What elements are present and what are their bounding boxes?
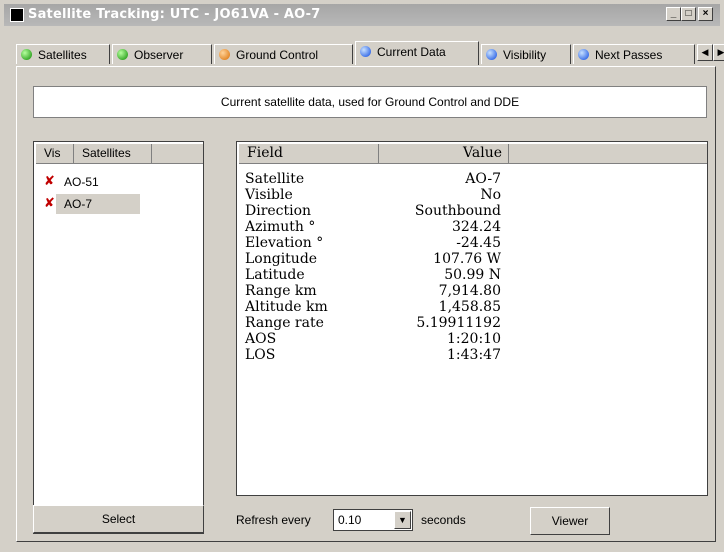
tab-observer[interactable]: Observer (112, 44, 212, 64)
list-item[interactable]: ✘ AO-7 (34, 194, 204, 214)
orange-dot-icon (219, 49, 230, 60)
tab-next-passes[interactable]: Next Passes (573, 44, 695, 64)
tab-scroll-left-icon[interactable]: ◀ (697, 44, 713, 61)
tab-satellites[interactable]: Satellites (16, 44, 110, 64)
tab-label: Satellites (38, 48, 87, 62)
app-window: Satellite Tracking: UTC - JO61VA - AO-7 … (0, 0, 724, 552)
field-label: LOS (245, 347, 276, 363)
field-label: Altitude km (245, 299, 328, 315)
blue-dot-icon (360, 46, 371, 57)
column-header-filler (509, 144, 707, 164)
blue-dot-icon (578, 49, 589, 60)
title-bar[interactable]: Satellite Tracking: UTC - JO61VA - AO-7 … (4, 4, 720, 26)
refresh-interval-value: 0.10 (338, 513, 362, 527)
field-label: Azimuth ° (245, 219, 316, 235)
satellite-name: AO-51 (64, 175, 99, 189)
app-icon[interactable] (10, 8, 24, 22)
table-row[interactable]: Satellite AO-7 (245, 171, 545, 187)
window-title: Satellite Tracking: UTC - JO61VA - AO-7 (28, 7, 321, 22)
field-label: Longitude (245, 251, 318, 267)
tab-scroll-right-icon[interactable]: ▶ (713, 44, 724, 61)
seconds-label: seconds (421, 513, 466, 527)
field-value: No (480, 187, 501, 203)
table-row[interactable]: AOS 1:20:10 (245, 331, 545, 347)
viewer-button[interactable]: Viewer (530, 507, 610, 535)
table-row[interactable]: Range km 7,914.80 (245, 283, 545, 299)
refresh-label: Refresh every (236, 513, 311, 527)
field-value: 324.24 (452, 219, 501, 235)
field-value: 7,914.80 (438, 283, 501, 299)
satellite-list[interactable]: Vis Satellites ✘ AO-51 ✘ AO-7 (33, 141, 204, 534)
current-data-table[interactable]: Field Value Satellite AO-7 Visible No Dire… (236, 141, 708, 496)
field-label: Visible (245, 187, 293, 203)
tab-strip: Satellites Observer Ground Control Curre… (16, 41, 724, 66)
table-row[interactable]: LOS 1:43:47 (245, 347, 545, 363)
not-visible-icon: ✘ (44, 174, 55, 189)
table-row[interactable]: Elevation ° -24.45 (245, 235, 545, 251)
table-row[interactable]: Direction Southbound (245, 203, 545, 219)
table-row[interactable]: Range rate 5.19911192 (245, 315, 545, 331)
satellite-name: AO-7 (56, 194, 140, 214)
refresh-interval-select[interactable]: 0.10 ▼ (333, 509, 413, 531)
maximize-button[interactable]: □ (681, 7, 696, 21)
field-value: 107.76 W (433, 251, 501, 267)
tab-label: Observer (134, 48, 184, 62)
tab-scroll-arrows: ◀ ▶ (697, 44, 724, 62)
tab-label: Next Passes (595, 48, 663, 62)
field-value: Southbound (414, 203, 501, 219)
field-label: Direction (245, 203, 312, 219)
list-item[interactable]: ✘ AO-51 (34, 172, 204, 192)
tab-visibility[interactable]: Visibility (481, 44, 571, 64)
field-label: Satellite (245, 171, 305, 187)
field-value: AO-7 (465, 171, 501, 187)
field-label: Range rate (245, 315, 324, 331)
field-label: Elevation ° (245, 235, 324, 251)
field-label: Latitude (245, 267, 305, 283)
field-value: 1:20:10 (447, 331, 501, 347)
table-row[interactable]: Latitude 50.99 N (245, 267, 545, 283)
column-header-field[interactable]: Field (239, 144, 379, 164)
info-banner: Current satellite data, used for Ground … (33, 86, 707, 118)
tab-current-data[interactable]: Current Data (355, 41, 479, 65)
field-label: Range km (245, 283, 317, 299)
field-value: 50.99 N (444, 267, 501, 283)
field-value: 1:43:47 (447, 347, 501, 363)
field-value: -24.45 (456, 235, 501, 251)
field-value: 5.19911192 (416, 315, 501, 331)
table-row[interactable]: Visible No (245, 187, 545, 203)
field-value: 1,458.85 (438, 299, 501, 315)
select-button[interactable]: Select (33, 505, 204, 533)
field-label: AOS (245, 331, 277, 347)
minimize-button[interactable]: _ (666, 7, 681, 21)
tab-label: Current Data (377, 45, 446, 59)
tab-label: Visibility (503, 48, 547, 62)
column-header-vis[interactable]: Vis (36, 144, 74, 164)
table-row[interactable]: Altitude km 1,458.85 (245, 299, 545, 315)
table-row[interactable]: Longitude 107.76 W (245, 251, 545, 267)
table-row[interactable]: Azimuth ° 324.24 (245, 219, 545, 235)
not-visible-icon: ✘ (44, 196, 55, 211)
column-header-satellites[interactable]: Satellites (74, 144, 152, 164)
tab-label: Ground Control (236, 48, 319, 62)
green-dot-icon (117, 49, 128, 60)
tab-ground-control[interactable]: Ground Control (214, 44, 353, 64)
column-header-filler (152, 144, 203, 164)
blue-dot-icon (486, 49, 497, 60)
green-dot-icon (21, 49, 32, 60)
column-header-value[interactable]: Value (379, 144, 509, 164)
close-button[interactable]: × (698, 7, 713, 21)
chevron-down-icon[interactable]: ▼ (394, 511, 411, 529)
